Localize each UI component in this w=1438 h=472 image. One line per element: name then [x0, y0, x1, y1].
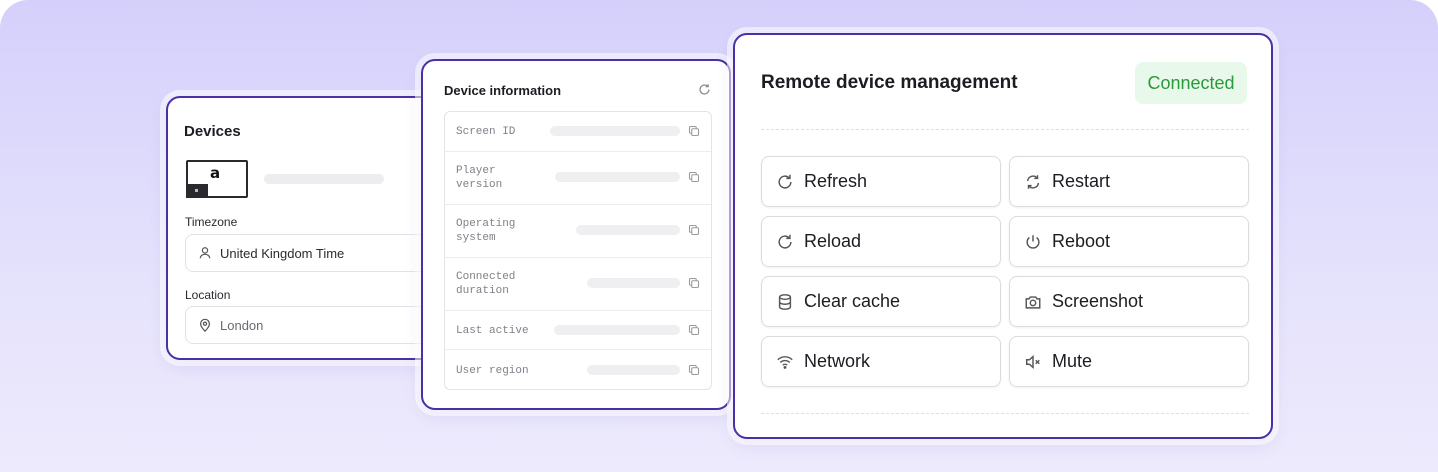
copy-icon[interactable] — [688, 125, 700, 137]
screenshot-label: Screenshot — [1052, 291, 1144, 311]
refresh-button[interactable]: Refresh — [761, 156, 1001, 207]
value-placeholder — [587, 278, 680, 288]
info-row-label: User region — [456, 365, 529, 377]
wifi-icon — [777, 355, 793, 369]
mute-icon — [1025, 354, 1040, 369]
refresh-icon[interactable] — [698, 83, 711, 96]
info-row: Last active — [445, 310, 711, 349]
info-row: Player version — [445, 151, 711, 204]
database-icon — [778, 293, 792, 310]
remote-management-title: Remote device management — [761, 72, 1018, 93]
reload-icon — [778, 234, 792, 248]
clear-cache-button[interactable]: Clear cache — [761, 276, 1001, 327]
value-placeholder — [554, 325, 680, 335]
reboot-label: Reboot — [1052, 231, 1111, 251]
location-pin-icon — [200, 318, 210, 332]
device-information-title: Device information — [444, 83, 562, 98]
camera-icon — [1025, 295, 1041, 309]
network-label: Network — [804, 351, 871, 371]
streaming-stick-icon — [186, 184, 208, 198]
info-row-label: Operating system — [456, 218, 516, 244]
divider — [761, 129, 1249, 130]
restart-label: Restart — [1052, 171, 1111, 191]
refresh-icon — [778, 174, 792, 188]
device-information-table: Screen ID Player version Operating syste… — [444, 111, 712, 390]
info-row: Operating system — [445, 204, 711, 257]
reload-button[interactable]: Reload — [761, 216, 1001, 267]
restart-button[interactable]: Restart — [1009, 156, 1249, 207]
user-icon — [199, 247, 211, 259]
divider — [761, 413, 1249, 414]
clear-cache-label: Clear cache — [804, 291, 901, 311]
value-placeholder — [550, 126, 680, 136]
network-button[interactable]: Network — [761, 336, 1001, 387]
info-row: Screen ID — [445, 112, 711, 151]
status-badge: Connected — [1135, 62, 1247, 104]
device-information-card: Device information Screen ID Player vers… — [421, 59, 731, 410]
info-row-label: Connected duration — [456, 271, 516, 297]
restart-icon — [1026, 174, 1040, 189]
info-row: Connected duration — [445, 257, 711, 310]
refresh-label: Refresh — [804, 171, 868, 191]
device-name-placeholder — [264, 174, 384, 184]
info-row-label: Screen ID — [456, 126, 516, 138]
mute-button[interactable]: Mute — [1009, 336, 1249, 387]
copy-icon[interactable] — [688, 224, 700, 236]
tv-device-icon: a — [186, 160, 248, 198]
devices-title: Devices — [184, 123, 241, 140]
timezone-value: United Kingdom Time — [220, 245, 345, 261]
value-placeholder — [576, 225, 680, 235]
location-label: Location — [185, 288, 231, 302]
reboot-button[interactable]: Reboot — [1009, 216, 1249, 267]
value-placeholder — [587, 365, 680, 375]
info-row-label: Last active — [456, 325, 529, 337]
power-icon — [1026, 234, 1040, 249]
info-row-label: Player version — [456, 165, 503, 191]
copy-icon[interactable] — [688, 364, 700, 376]
copy-icon[interactable] — [688, 277, 700, 289]
background-stage: Devices a Timezone United Kingdom Time L… — [0, 0, 1438, 472]
reload-label: Reload — [804, 231, 862, 251]
copy-icon[interactable] — [688, 324, 700, 336]
location-value: London — [220, 317, 264, 333]
screenshot-button[interactable]: Screenshot — [1009, 276, 1249, 327]
value-placeholder — [555, 172, 680, 182]
timezone-label: Timezone — [185, 215, 238, 229]
copy-icon[interactable] — [688, 171, 700, 183]
mute-label: Mute — [1052, 351, 1093, 371]
device-logo: a — [210, 164, 221, 182]
info-row: User region — [445, 349, 711, 389]
remote-management-card: Remote device management Connected Refre… — [733, 33, 1273, 439]
